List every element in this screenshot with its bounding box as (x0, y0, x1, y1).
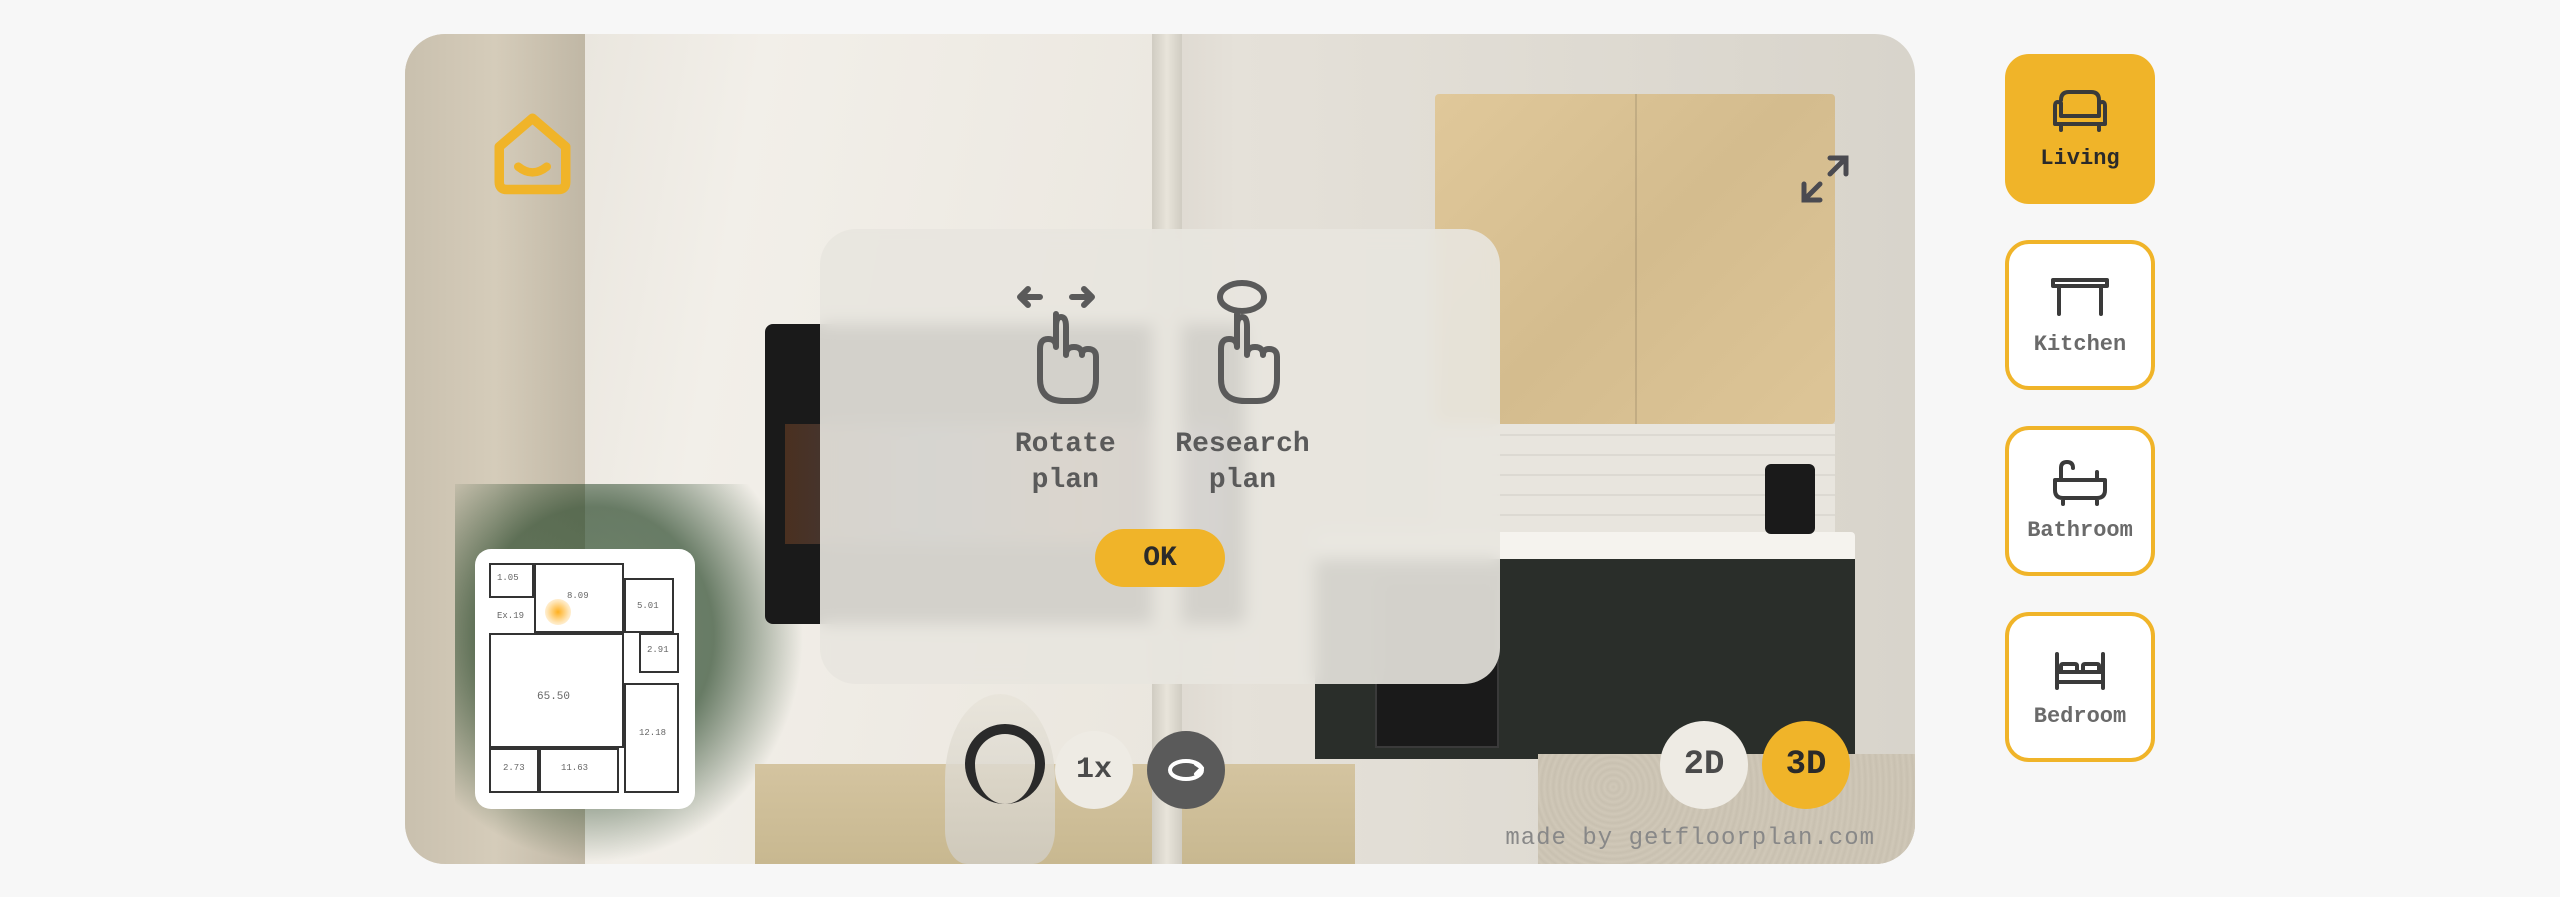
tutorial-rotate: Rotate plan (1010, 279, 1120, 500)
fullscreen-icon (1800, 154, 1850, 204)
room-tabs: Living Kitchen Bathroom Bedroom (2005, 34, 2155, 762)
bottom-controls: 1x (1055, 731, 1225, 809)
room-tab-label: Kitchen (2034, 332, 2126, 357)
minimap-label: 65.50 (537, 691, 570, 703)
room-tab-label: Living (2040, 146, 2119, 171)
minimap-label: 11.63 (561, 763, 588, 773)
tutorial-ok-button[interactable]: OK (1095, 529, 1225, 587)
view-2d-button[interactable]: 2D (1660, 721, 1748, 809)
speed-button[interactable]: 1x (1055, 731, 1133, 809)
tutorial-research: Research plan (1175, 279, 1309, 500)
sofa-icon (2049, 86, 2111, 134)
room-tab-label: Bathroom (2027, 518, 2133, 543)
minimap-label: 1.05 (497, 573, 519, 583)
minimap[interactable]: 1.05 8.09 5.01 2.91 65.50 11.63 2.73 12.… (475, 549, 695, 809)
tap-gesture-icon (1187, 279, 1297, 409)
orbit-button[interactable] (1147, 731, 1225, 809)
room-tab-bathroom[interactable]: Bathroom (2005, 426, 2155, 576)
room-tab-label: Bedroom (2034, 704, 2126, 729)
minimap-plan: 1.05 8.09 5.01 2.91 65.50 11.63 2.73 12.… (489, 563, 681, 795)
view-3d-button[interactable]: 3D (1762, 721, 1850, 809)
house-icon (485, 104, 580, 199)
brand-logo (485, 104, 580, 204)
minimap-label: Ex.19 (497, 611, 524, 621)
knife-block-decor (1765, 464, 1815, 534)
table-icon (2049, 272, 2111, 320)
watermark: made by getfloorplan.com (1505, 825, 1875, 852)
minimap-label: 12.18 (639, 728, 666, 738)
view-toggle: 2D 3D (1660, 721, 1850, 809)
headphones-decor (965, 724, 1045, 804)
minimap-current-position (545, 599, 571, 625)
orbit-icon (1166, 750, 1206, 790)
room-tab-living[interactable]: Living (2005, 54, 2155, 204)
app-root: 1.05 8.09 5.01 2.91 65.50 11.63 2.73 12.… (405, 34, 2155, 864)
room-tab-bedroom[interactable]: Bedroom (2005, 612, 2155, 762)
rotate-gesture-icon (1010, 279, 1120, 409)
minimap-label: 5.01 (637, 601, 659, 611)
scene-viewer[interactable]: 1.05 8.09 5.01 2.91 65.50 11.63 2.73 12.… (405, 34, 1915, 864)
fullscreen-button[interactable] (1800, 154, 1850, 204)
tutorial-overlay: Rotate plan Research plan OK (820, 229, 1500, 684)
tutorial-research-label: Research plan (1175, 427, 1309, 500)
minimap-label: 8.09 (567, 591, 589, 601)
bed-icon (2049, 644, 2111, 692)
bathtub-icon (2049, 458, 2111, 506)
minimap-label: 2.73 (503, 763, 525, 773)
tutorial-rotate-label: Rotate plan (1015, 427, 1116, 500)
room-tab-kitchen[interactable]: Kitchen (2005, 240, 2155, 390)
minimap-label: 2.91 (647, 645, 669, 655)
